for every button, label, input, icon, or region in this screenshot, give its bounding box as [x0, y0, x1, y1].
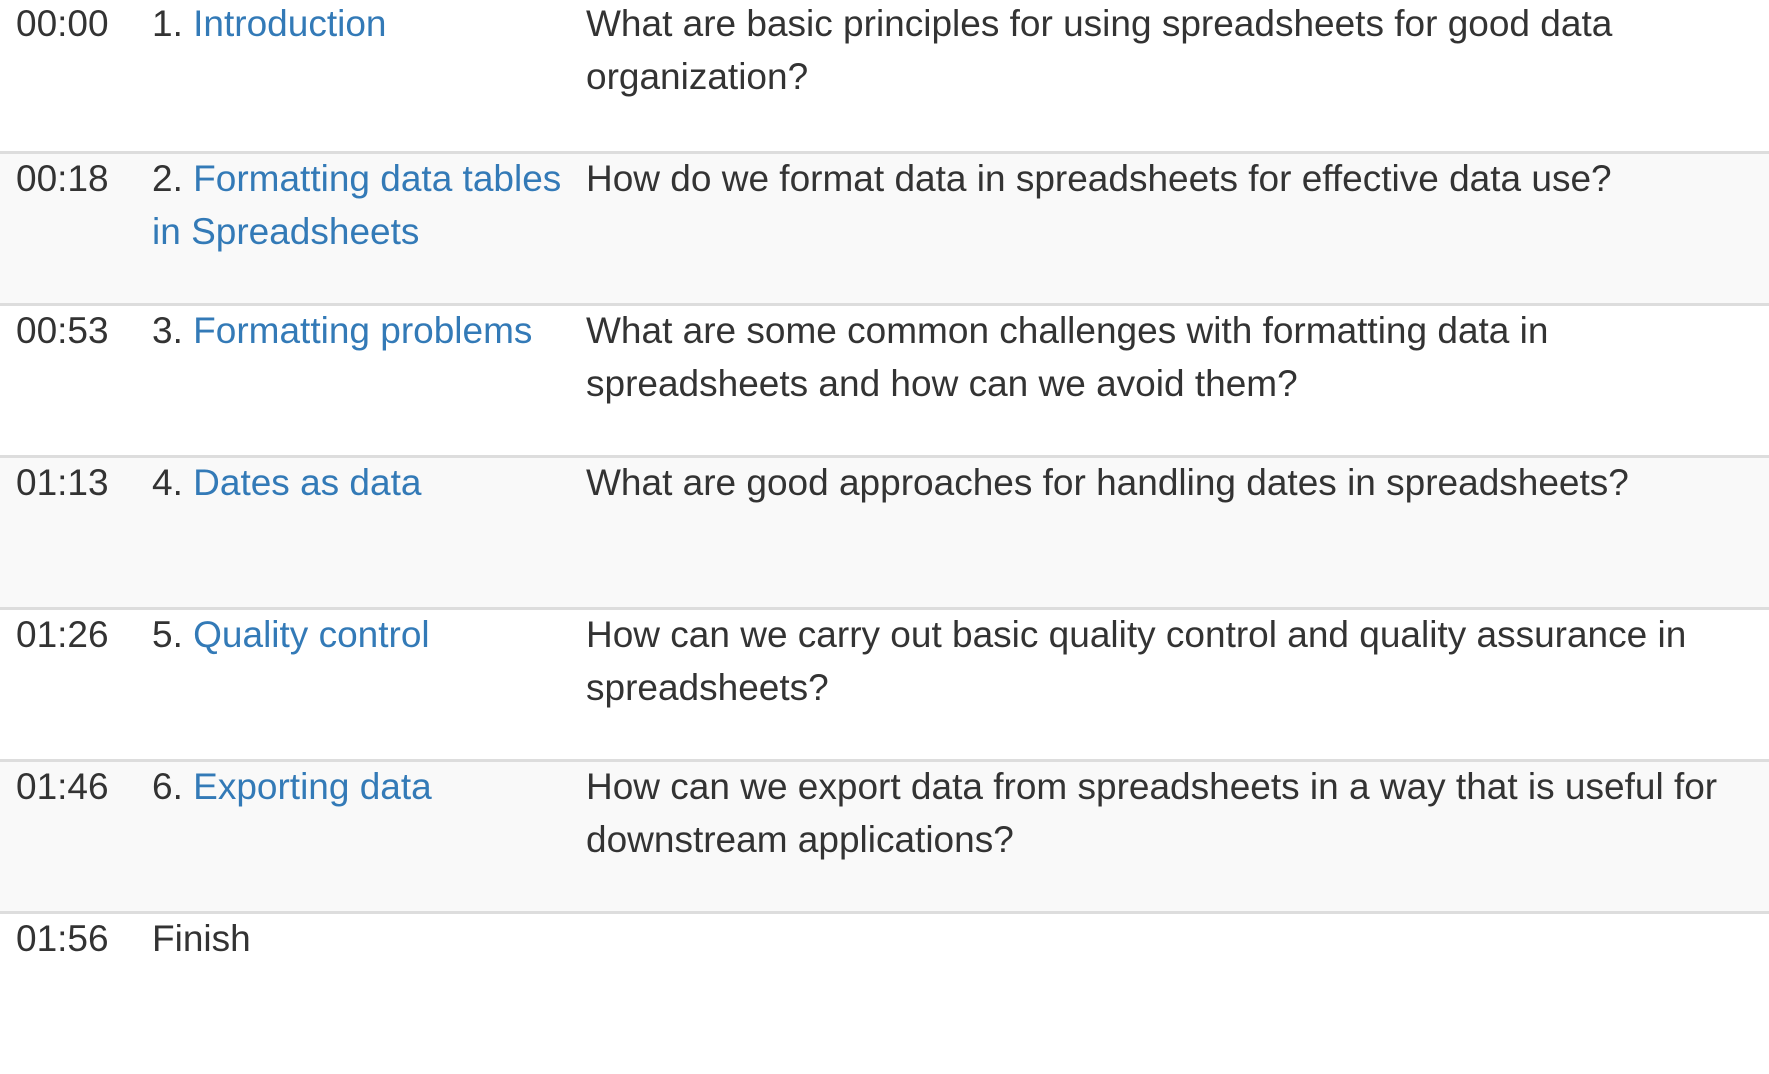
question-cell-empty — [586, 910, 1769, 986]
question-cell: How can we carry out basic quality contr… — [586, 606, 1769, 760]
time-value: 01:13 — [16, 461, 109, 503]
question-cell: What are basic principles for using spre… — [586, 0, 1769, 152]
schedule-row: 00:18 2. Formatting data tables in Sprea… — [0, 150, 1769, 304]
time-cell: 00:00 — [0, 0, 152, 152]
lesson-cell: 1. Introduction — [152, 0, 586, 152]
time-cell: 00:18 — [0, 150, 152, 304]
finish-label: Finish — [152, 917, 251, 959]
time-cell: 01:26 — [0, 606, 152, 760]
question-text: How can we export data from spreadsheets… — [586, 765, 1718, 860]
schedule-row-finish: 01:56 Finish — [0, 910, 1769, 986]
finish-cell: Finish — [152, 910, 586, 986]
lesson-number: 2. — [152, 157, 183, 199]
question-text: What are some common challenges with for… — [586, 309, 1549, 404]
lesson-link-introduction[interactable]: Introduction — [193, 3, 386, 44]
time-value: 00:00 — [16, 3, 109, 44]
lesson-cell: 2. Formatting data tables in Spreadsheet… — [152, 150, 586, 304]
schedule-table: 00:00 1. Introduction What are basic pri… — [0, 0, 1769, 986]
lesson-number: 6. — [152, 765, 183, 807]
lesson-number: 4. — [152, 461, 183, 503]
schedule-row: 00:53 3. Formatting problems What are so… — [0, 302, 1769, 456]
lesson-number: 5. — [152, 613, 183, 655]
question-cell: How do we format data in spreadsheets fo… — [586, 150, 1769, 304]
lesson-number: 3. — [152, 309, 183, 351]
question-text: How can we carry out basic quality contr… — [586, 613, 1687, 708]
question-cell: What are some common challenges with for… — [586, 302, 1769, 456]
time-value: 01:46 — [16, 765, 109, 807]
lesson-link-quality-control[interactable]: Quality control — [193, 614, 430, 655]
lesson-cell: 3. Formatting problems — [152, 302, 586, 456]
time-cell: 01:56 — [0, 910, 152, 986]
question-cell: How can we export data from spreadsheets… — [586, 758, 1769, 912]
question-text: What are good approaches for handling da… — [586, 461, 1629, 503]
question-text: What are basic principles for using spre… — [586, 3, 1613, 97]
lesson-link-exporting-data[interactable]: Exporting data — [193, 766, 432, 807]
lesson-cell: 4. Dates as data — [152, 454, 586, 608]
question-text: How do we format data in spreadsheets fo… — [586, 157, 1612, 199]
schedule-row: 01:13 4. Dates as data What are good app… — [0, 454, 1769, 608]
time-value: 00:53 — [16, 309, 109, 351]
schedule-row: 01:46 6. Exporting data How can we expor… — [0, 758, 1769, 912]
lesson-cell: 6. Exporting data — [152, 758, 586, 912]
time-value: 00:18 — [16, 157, 109, 199]
question-cell: What are good approaches for handling da… — [586, 454, 1769, 608]
lesson-link-dates-as-data[interactable]: Dates as data — [193, 462, 421, 503]
lesson-link-formatting-data-tables[interactable]: Formatting data tables in Spreadsheets — [152, 158, 561, 252]
lesson-link-formatting-problems[interactable]: Formatting problems — [193, 310, 532, 351]
schedule-row: 01:26 5. Quality control How can we carr… — [0, 606, 1769, 760]
lesson-number: 1. — [152, 3, 183, 44]
time-cell: 01:46 — [0, 758, 152, 912]
time-cell: 01:13 — [0, 454, 152, 608]
time-value: 01:56 — [16, 917, 109, 959]
schedule-row: 00:00 1. Introduction What are basic pri… — [0, 0, 1769, 152]
lesson-cell: 5. Quality control — [152, 606, 586, 760]
time-cell: 00:53 — [0, 302, 152, 456]
time-value: 01:26 — [16, 613, 109, 655]
